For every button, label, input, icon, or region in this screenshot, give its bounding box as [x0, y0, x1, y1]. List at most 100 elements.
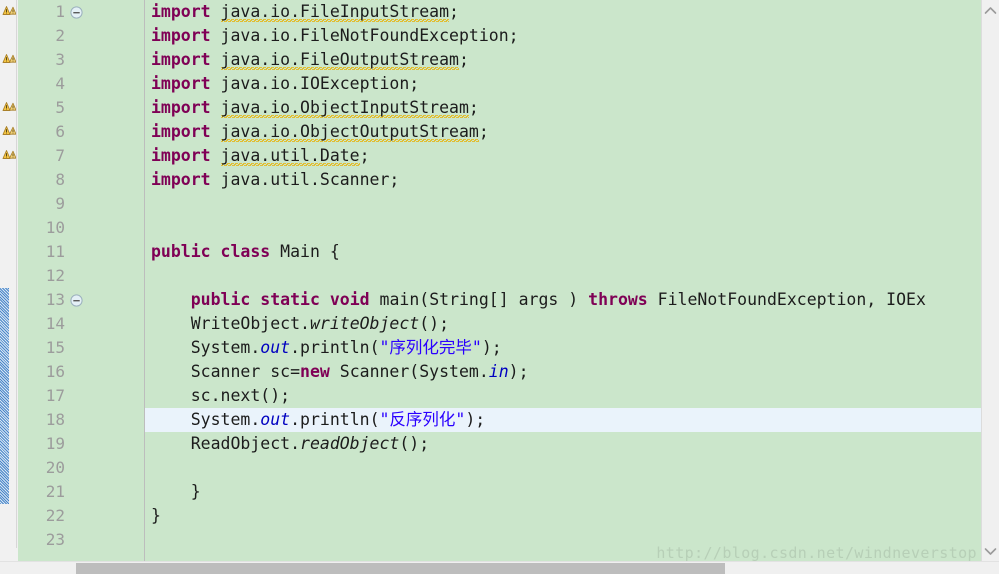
code-token: import [151, 146, 211, 165]
code-token: java.util.Scanner; [220, 170, 400, 189]
line-number-15: 15 [45, 338, 65, 357]
code-token: (); [419, 314, 450, 333]
code-line-5[interactable]: import java.io.ObjectInputStream; [145, 96, 981, 120]
code-token: java.util.Date [220, 146, 360, 166]
line-number-1: 1 [55, 2, 65, 21]
warning-marker-icon[interactable] [2, 101, 16, 115]
line-number-12: 12 [45, 266, 65, 285]
code-token: java.io.ObjectInputStream [220, 98, 469, 118]
code-line-16[interactable]: Scanner sc=new Scanner(System.in); [145, 360, 981, 384]
code-token: static [260, 290, 320, 309]
code-token: in [488, 362, 509, 381]
code-line-13[interactable]: public static void main(String[] args ) … [145, 288, 981, 312]
code-line-6[interactable]: import java.io.ObjectOutputStream; [145, 120, 981, 144]
code-line-18[interactable]: System.out.println("反序列化"); [145, 408, 981, 432]
code-token: FileNotFoundException, IOEx [647, 290, 926, 309]
code-line-15[interactable]: System.out.println("序列化完毕"); [145, 336, 981, 360]
fold-collapse-icon[interactable] [70, 294, 83, 307]
line-number-7: 7 [55, 146, 65, 165]
code-token: ); [508, 362, 529, 381]
code-line-20[interactable] [145, 456, 981, 480]
code-token: java.io.FileNotFoundException; [220, 26, 519, 45]
line-number-ruler[interactable]: 1 2 3 4 5 6 7 8 9 10 11 12 13 14 15 16 17 18 19 20 21 22 23 [18, 0, 145, 561]
code-token: import [151, 50, 211, 69]
fold-collapse-icon[interactable] [70, 6, 83, 19]
line-number-20: 20 [45, 458, 65, 477]
code-line-22[interactable]: } [145, 504, 981, 528]
code-token: void [329, 290, 370, 309]
code-token: System. [151, 338, 261, 357]
line-number-23: 23 [45, 530, 65, 549]
code-token: class [220, 242, 271, 261]
line-number-22: 22 [45, 506, 65, 525]
gutter-separator [144, 0, 145, 561]
code-token: main(String[] args ) [369, 290, 589, 309]
line-number-3: 3 [55, 50, 65, 69]
code-token: .println( [290, 338, 380, 357]
warning-marker-icon[interactable] [2, 125, 16, 139]
code-token: ); [465, 410, 486, 429]
code-token: public [151, 242, 211, 261]
code-token: .println( [290, 410, 380, 429]
code-token: ; [449, 2, 459, 21]
line-number-11: 11 [45, 242, 65, 261]
line-number-5: 5 [55, 98, 65, 117]
warning-marker-icon[interactable] [2, 53, 16, 67]
chevron-down-icon[interactable] [982, 543, 999, 560]
code-token: import [151, 74, 211, 93]
code-token: Scanner sc= [151, 362, 301, 381]
code-line-3[interactable]: import java.io.FileOutputStream; [145, 48, 981, 72]
code-token: import [151, 122, 211, 141]
chevron-up-icon[interactable] [982, 2, 999, 19]
code-line-10[interactable] [145, 216, 981, 240]
line-number-21: 21 [45, 482, 65, 501]
warning-marker-icon[interactable] [2, 149, 16, 163]
code-token: throws [588, 290, 648, 309]
line-number-6: 6 [55, 122, 65, 141]
code-token: import [151, 2, 211, 21]
code-token: import [151, 170, 211, 189]
change-indicator-bar [0, 288, 9, 504]
code-token: import [151, 98, 211, 117]
line-number-14: 14 [45, 314, 65, 333]
code-line-12[interactable] [145, 264, 981, 288]
horizontal-scrollbar[interactable] [0, 561, 999, 574]
vertical-scrollbar[interactable] [981, 0, 999, 574]
code-token: Scanner(System. [329, 362, 489, 381]
code-token: ; [468, 98, 479, 117]
code-token: "反序列化" [379, 410, 466, 429]
code-line-2[interactable]: import java.io.FileNotFoundException; [145, 24, 981, 48]
warning-marker-icon[interactable] [2, 5, 16, 19]
code-line-9[interactable] [145, 192, 981, 216]
code-line-8[interactable]: import java.util.Scanner; [145, 168, 981, 192]
code-line-21[interactable]: } [145, 480, 981, 504]
code-line-17[interactable]: sc.next(); [145, 384, 981, 408]
code-token: writeObject [309, 314, 420, 333]
code-token: } [151, 482, 201, 501]
horizontal-scrollbar-thumb[interactable] [75, 563, 726, 574]
code-line-19[interactable]: ReadObject.readObject(); [145, 432, 981, 456]
code-line-4[interactable]: import java.io.IOException; [145, 72, 981, 96]
code-editor[interactable]: import java.io.FileInputStream; import ja… [0, 0, 999, 574]
code-token: System. [151, 410, 261, 429]
line-number-2: 2 [55, 26, 65, 45]
code-token: import [151, 26, 211, 45]
code-line-11[interactable]: public class Main { [145, 240, 981, 264]
line-number-13: 13 [45, 290, 65, 309]
code-token: java.io.ObjectOutputStream [220, 122, 479, 142]
code-token: out [260, 338, 291, 357]
code-line-7[interactable]: import java.util.Date; [145, 144, 981, 168]
code-area[interactable]: import java.io.FileInputStream; import ja… [145, 0, 981, 561]
code-line-14[interactable]: WriteObject.writeObject(); [145, 312, 981, 336]
code-line-1[interactable]: import java.io.FileInputStream; [145, 0, 981, 24]
code-token: new [300, 362, 330, 381]
code-token: ); [481, 338, 502, 357]
